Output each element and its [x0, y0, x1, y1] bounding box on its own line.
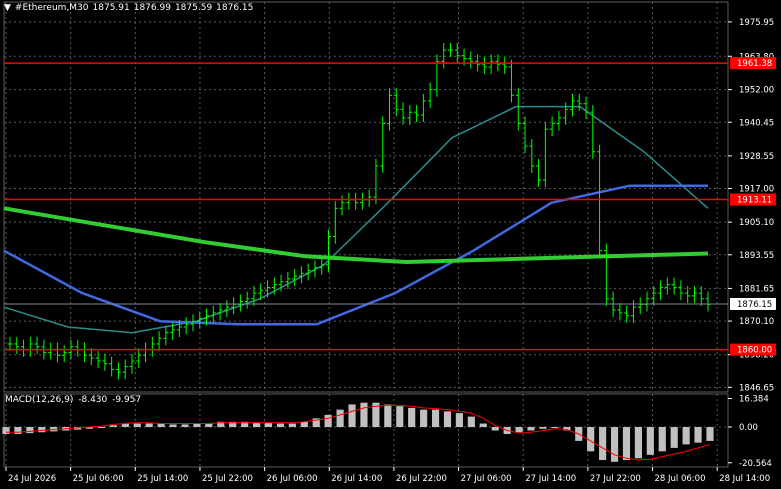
high-price: 1876.99 — [133, 3, 171, 13]
price-axis-label: 1893.55 — [739, 251, 774, 261]
macd-histogram-bar — [97, 427, 106, 429]
macd-histogram-bar — [670, 427, 678, 448]
time-axis-label: 27 Jul 22:00 — [590, 474, 641, 484]
macd-histogram-bar — [682, 427, 690, 445]
macd-histogram-bar — [694, 427, 702, 443]
macd-histogram-bar — [551, 427, 559, 429]
macd-histogram-bar — [443, 411, 452, 428]
time-axis-label: 25 Jul 06:00 — [73, 474, 124, 484]
macd-histogram-bar — [539, 427, 547, 429]
price-axis-label: 1975.95 — [739, 18, 774, 28]
macd-histogram-bar — [431, 409, 440, 428]
time-axis-label: 26 Jul 14:00 — [331, 474, 382, 484]
macd-histogram-bar — [634, 427, 642, 459]
macd-histogram-bar — [658, 427, 666, 452]
macd-histogram-bar — [467, 416, 475, 428]
macd-histogram-bar — [515, 427, 523, 433]
current-price-label: 1876.15 — [737, 300, 772, 310]
time-axis-label: 26 Jul 22:00 — [396, 474, 447, 484]
ma-slow-line — [3, 206, 709, 264]
collapse-triangle-icon[interactable]: ▼ — [4, 3, 11, 13]
time-axis-label: 28 Jul 06:00 — [655, 474, 706, 484]
macd-histogram-bar — [384, 404, 392, 428]
price-axis-label: 1952.00 — [739, 86, 774, 96]
macd-histogram-bar — [181, 424, 189, 428]
macd-histogram-bar — [252, 422, 261, 428]
macd-axis-label: -20.564 — [739, 459, 772, 469]
macd-histogram-bar — [38, 427, 46, 433]
level-price-label: 1913.11 — [737, 196, 772, 206]
level-price-label: 1961.38 — [737, 59, 772, 69]
price-axis-label: 1917.00 — [739, 185, 774, 195]
macd-histogram-bar — [491, 427, 499, 431]
time-axis-label: 27 Jul 14:00 — [525, 474, 576, 484]
macd-histogram-bar — [276, 423, 285, 428]
macd-histogram-bar — [599, 427, 607, 461]
time-axis-label: 24 Jul 2026 — [8, 474, 56, 484]
macd-histogram-bar — [420, 409, 428, 428]
macd-histogram-bar — [26, 427, 34, 434]
macd-histogram-bar — [527, 427, 535, 431]
time-axis-label: 25 Jul 14:00 — [137, 474, 188, 484]
time-axis-label: 26 Jul 06:00 — [267, 474, 318, 484]
macd-histogram-bar — [610, 427, 619, 462]
macd-histogram-bar — [408, 407, 416, 428]
macd-axis-label: 16.384 — [739, 395, 769, 405]
price-axis-label: 1881.65 — [739, 284, 774, 294]
macd-histogram-bar — [14, 427, 22, 434]
macd-histogram-bar — [646, 427, 654, 455]
macd-axis-label: 0.00 — [739, 423, 758, 433]
level-price-label: 1860.00 — [737, 346, 772, 356]
macd-header: MACD(12,26,9) -8.430 -9.957 — [5, 395, 143, 405]
macd-main-value: -8.430 — [78, 395, 108, 405]
price-axis-label: 1940.45 — [739, 118, 774, 128]
macd-histogram-bar — [205, 423, 213, 428]
macd-histogram-bar — [324, 414, 332, 428]
macd-histogram-bar — [193, 423, 201, 428]
macd-name: MACD(12,26,9) — [5, 395, 74, 405]
price-axis-label: 1846.65 — [739, 383, 774, 393]
macd-histogram-bar — [2, 427, 10, 434]
ma-fast-line — [3, 105, 709, 334]
macd-histogram-bar — [455, 413, 464, 428]
low-price: 1875.59 — [174, 3, 213, 13]
macd-histogram-bar — [169, 424, 177, 428]
macd-histogram-bar — [300, 421, 308, 428]
macd-histogram-bar — [360, 402, 368, 428]
macd-histogram-bar — [348, 404, 356, 428]
macd-histogram-bar — [264, 422, 273, 428]
open-price: 1875.91 — [92, 3, 130, 13]
time-axis-label: 28 Jul 14:00 — [719, 474, 770, 484]
chart-canvas[interactable]: 24 Jul 2026 25 Jul 06:00 25 Jul 14:00 25 Ju… — [0, 0, 781, 489]
time-axis-label: 25 Jul 22:00 — [202, 474, 253, 484]
time-axis-label: 27 Jul 06:00 — [461, 474, 512, 484]
trading-chart-window[interactable]: 24 Jul 2026 25 Jul 06:00 25 Jul 14:00 25 Ju… — [0, 0, 781, 489]
price-axis-label: 1928.55 — [739, 152, 774, 162]
macd-histogram-bar — [479, 423, 487, 428]
macd-histogram-bar — [706, 427, 714, 441]
macd-histogram-bar — [133, 423, 141, 428]
close-price: 1876.15 — [216, 3, 254, 13]
macd-histogram-bar — [288, 423, 296, 428]
macd-histogram-bar — [157, 423, 165, 428]
macd-histogram-bar — [336, 409, 344, 428]
macd-histogram-bar — [145, 423, 153, 428]
macd-histogram-bar — [622, 427, 631, 461]
symbol-timeframe: #Ethereum,M30 — [14, 3, 89, 13]
chart-header: ▼ #Ethereum,M30 1875.91 1876.99 1875.59 1876.… — [4, 3, 257, 13]
price-axis-label: 1870.10 — [739, 317, 774, 327]
macd-histogram-bar — [109, 425, 117, 428]
price-axis-label: 1905.10 — [739, 218, 774, 228]
macd-signal-value: -9.957 — [112, 395, 142, 405]
macd-histogram-bar — [396, 406, 404, 428]
main-pane-frame — [3, 1, 729, 393]
